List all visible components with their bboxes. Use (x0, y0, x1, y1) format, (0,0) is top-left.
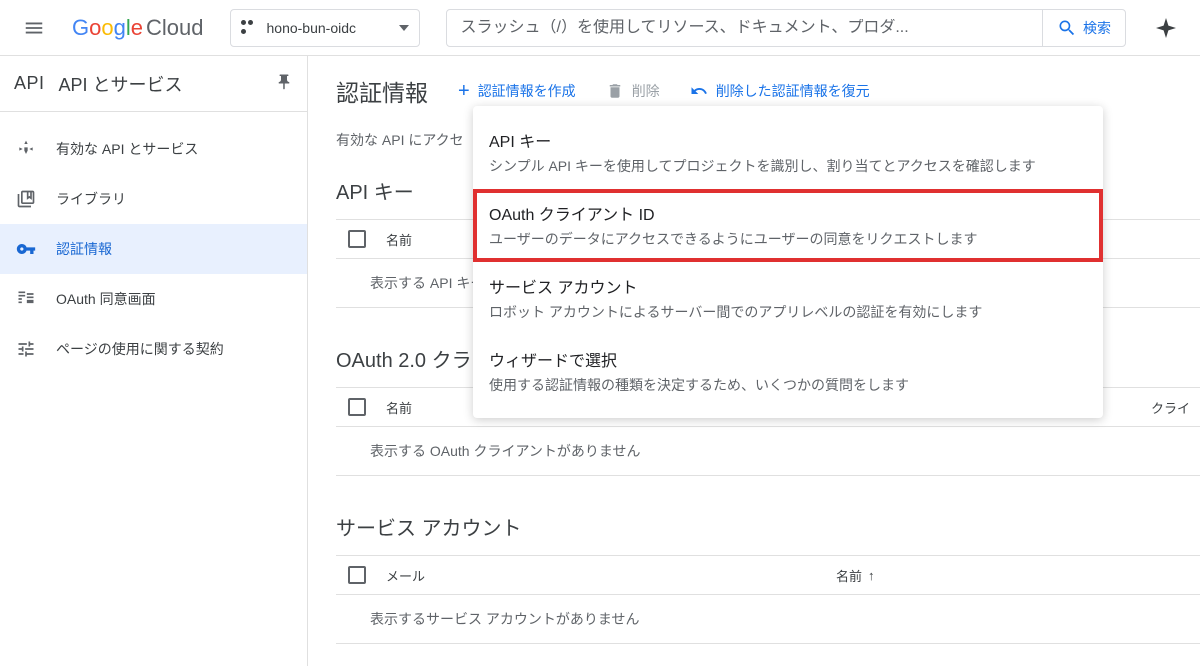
delete-label: 削除 (632, 81, 660, 101)
chevron-down-icon (399, 25, 409, 31)
select-all-checkbox[interactable] (348, 230, 366, 248)
service-account-title: サービス アカウント (336, 512, 1200, 541)
sidebar-item-label: ライブラリ (56, 189, 126, 209)
sidebar-title: API とサービス (59, 71, 261, 97)
pin-icon (275, 73, 293, 91)
search-bar: 検索 (446, 9, 1127, 47)
main-content: 認証情報 + 認証情報を作成 削除 削除した認証情報を復元 有効な API にア… (308, 56, 1200, 666)
search-input[interactable] (447, 19, 1043, 37)
trash-icon (606, 82, 624, 100)
sidebar: API API とサービス 有効な API とサービス ライブラリ 認証情報 O… (0, 56, 308, 666)
project-selector[interactable]: hono-bun-oidc (230, 9, 420, 47)
google-wordmark: Google (72, 15, 143, 41)
key-icon (14, 239, 38, 259)
hamburger-icon (23, 17, 45, 39)
dropdown-item-desc: ユーザーのデータにアクセスできるようにユーザーの同意をリクエストします (489, 229, 1087, 250)
sparkle-icon (1154, 16, 1178, 40)
col-name[interactable]: 名前 ↑ (836, 566, 875, 585)
consent-icon (14, 289, 38, 309)
sidebar-item-label: ページの使用に関する契約 (56, 339, 224, 359)
project-name: hono-bun-oidc (267, 20, 357, 36)
dropdown-item-desc: 使用する認証情報の種類を決定するため、いくつかの質問をします (489, 375, 1087, 396)
create-label: 認証情報を作成 (478, 81, 576, 101)
restore-button[interactable]: 削除した認証情報を復元 (690, 81, 870, 101)
sidebar-item-library[interactable]: ライブラリ (0, 174, 307, 224)
google-cloud-logo[interactable]: Google Cloud (64, 15, 212, 41)
sidebar-item-oauth-consent[interactable]: OAuth 同意画面 (0, 274, 307, 324)
create-credential-dropdown: API キー シンプル API キーを使用してプロジェクトを識別し、割り当てとア… (473, 106, 1103, 418)
col-email[interactable]: メール (386, 566, 816, 585)
delete-button[interactable]: 削除 (606, 81, 660, 101)
search-icon (1057, 18, 1077, 38)
search-button[interactable]: 検索 (1042, 10, 1125, 46)
service-account-section: サービス アカウント メール 名前 ↑ 表示するサービス アカウントがありません (336, 512, 1200, 644)
dropdown-item-service-account[interactable]: サービス アカウント ロボット アカウントによるサーバー間でのアプリレベルの認証… (473, 262, 1103, 335)
dropdown-item-desc: シンプル API キーを使用してプロジェクトを識別し、割り当てとアクセスを確認し… (489, 156, 1087, 177)
create-credential-button[interactable]: + 認証情報を作成 (458, 80, 576, 103)
undo-icon (690, 82, 708, 100)
top-header: Google Cloud hono-bun-oidc 検索 (0, 0, 1200, 56)
page-title: 認証情報 (336, 74, 428, 108)
select-all-checkbox[interactable] (348, 566, 366, 584)
plus-icon: + (458, 80, 470, 103)
oauth-empty: 表示する OAuth クライアントがありません (336, 427, 1200, 476)
hamburger-menu-button[interactable] (12, 6, 56, 50)
project-icon (241, 20, 257, 36)
sidebar-header: API API とサービス (0, 56, 307, 112)
service-table-header: メール 名前 ↑ (336, 555, 1200, 595)
dropdown-item-title: OAuth クライアント ID (489, 201, 1087, 225)
settings-icon (14, 339, 38, 359)
dropdown-item-desc: ロボット アカウントによるサーバー間でのアプリレベルの認証を有効にします (489, 302, 1087, 323)
dropdown-item-title: API キー (489, 128, 1087, 152)
api-logo: API (14, 73, 45, 94)
cloud-wordmark: Cloud (146, 15, 203, 41)
library-icon (14, 189, 38, 209)
dropdown-item-oauth-client-id[interactable]: OAuth クライアント ID ユーザーのデータにアクセスできるようにユーザーの… (473, 189, 1103, 262)
restore-label: 削除した認証情報を復元 (716, 81, 870, 101)
sidebar-item-label: 認証情報 (56, 239, 112, 259)
dropdown-item-api-key[interactable]: API キー シンプル API キーを使用してプロジェクトを識別し、割り当てとア… (473, 116, 1103, 189)
sidebar-item-label: 有効な API とサービス (56, 139, 198, 159)
service-empty: 表示するサービス アカウントがありません (336, 595, 1200, 644)
select-all-checkbox[interactable] (348, 398, 366, 416)
enabled-apis-icon (14, 139, 38, 159)
sidebar-item-enabled-apis[interactable]: 有効な API とサービス (0, 124, 307, 174)
sidebar-item-credentials[interactable]: 認証情報 (0, 224, 307, 274)
sidebar-item-label: OAuth 同意画面 (56, 289, 156, 309)
dropdown-item-title: サービス アカウント (489, 274, 1087, 298)
ai-sparkle-button[interactable] (1152, 14, 1180, 42)
sidebar-item-page-agreement[interactable]: ページの使用に関する契約 (0, 324, 307, 374)
search-label: 検索 (1083, 18, 1111, 38)
dropdown-item-wizard[interactable]: ウィザードで選択 使用する認証情報の種類を決定するため、いくつかの質問をします (473, 335, 1103, 408)
col-client[interactable]: クライ (1106, 398, 1200, 417)
sort-asc-icon: ↑ (868, 568, 875, 583)
dropdown-item-title: ウィザードで選択 (489, 347, 1087, 371)
sidebar-nav: 有効な API とサービス ライブラリ 認証情報 OAuth 同意画面 ページの… (0, 112, 307, 374)
pin-button[interactable] (275, 73, 293, 94)
page-header: 認証情報 + 認証情報を作成 削除 削除した認証情報を復元 (336, 74, 1200, 108)
